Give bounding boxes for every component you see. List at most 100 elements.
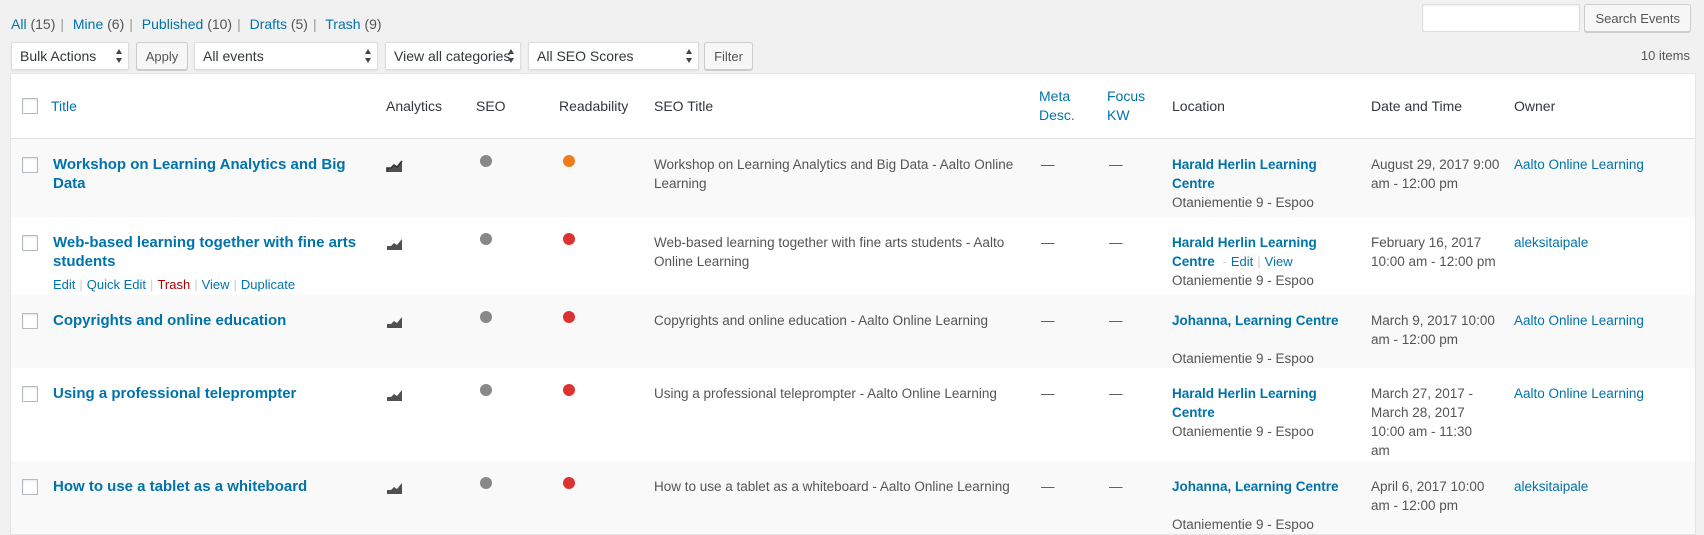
- seo-title-cell: Web-based learning together with fine ar…: [654, 235, 1005, 269]
- column-title[interactable]: Title: [51, 74, 77, 138]
- location-actions: - Edit | View: [1222, 254, 1293, 269]
- view-published-link[interactable]: Published: [142, 16, 204, 32]
- seo-score-indicator: [480, 477, 492, 489]
- owner-link[interactable]: Aalto Online Learning: [1514, 311, 1644, 330]
- location-name-link[interactable]: Johanna, Learning Centre: [1172, 311, 1362, 330]
- column-focus-kw[interactable]: Focus KW: [1107, 74, 1155, 138]
- event-title-link[interactable]: Web-based learning together with fine ar…: [53, 234, 356, 270]
- view-all-count: (15): [30, 16, 56, 32]
- location-view-link[interactable]: View: [1265, 254, 1293, 269]
- seo-title-cell: Copyrights and online education - Aalto …: [654, 313, 988, 328]
- location-cell: Harald Herlin Learning Centre Otaniement…: [1172, 384, 1322, 441]
- filter-button[interactable]: Filter: [704, 42, 753, 70]
- select-arrows-icon: [364, 49, 372, 63]
- column-seo-title: SEO Title: [654, 97, 714, 114]
- owner-link[interactable]: Aalto Online Learning: [1514, 384, 1644, 403]
- date-cell: August 29, 2017 9:00 am - 12:00 pm: [1371, 157, 1500, 191]
- column-meta-desc[interactable]: Meta Desc.: [1039, 74, 1087, 138]
- owner-link[interactable]: aleksitaipale: [1514, 477, 1588, 496]
- seo-title-cell: Using a professional teleprompter - Aalt…: [654, 386, 997, 401]
- focus-kw-cell: —: [1109, 157, 1123, 172]
- location-cell: Johanna, Learning Centre Otaniementie 9 …: [1172, 311, 1362, 368]
- apply-button[interactable]: Apply: [136, 42, 188, 70]
- owner-link[interactable]: aleksitaipale: [1514, 233, 1588, 252]
- date-cell: March 9, 2017 10:00 am - 12:00 pm: [1371, 313, 1495, 347]
- column-readability: Readability: [559, 97, 629, 114]
- location-name-link[interactable]: Harald Herlin Learning Centre: [1172, 155, 1362, 193]
- title-cell: Web-based learning together with fine ar…: [53, 233, 373, 294]
- quick-edit-link[interactable]: Quick Edit: [87, 277, 146, 292]
- row-checkbox[interactable]: [22, 313, 38, 329]
- focus-kw-cell: —: [1109, 479, 1123, 494]
- select-arrows-icon: [685, 49, 693, 63]
- readability-score-indicator: [563, 477, 575, 489]
- event-title-link[interactable]: Workshop on Learning Analytics and Big D…: [53, 156, 346, 192]
- view-trash-link[interactable]: Trash: [325, 16, 360, 32]
- row-checkbox[interactable]: [22, 479, 38, 495]
- row-checkbox[interactable]: [22, 235, 38, 251]
- date-cell: February 16, 2017 10:00 am - 12:00 pm: [1371, 235, 1496, 269]
- column-analytics: Analytics: [386, 97, 443, 114]
- events-select[interactable]: All events: [194, 42, 378, 70]
- focus-kw-cell: —: [1109, 386, 1123, 401]
- view-mine-count: (6): [107, 16, 125, 32]
- column-owner: Owner: [1514, 97, 1556, 114]
- search-events-button[interactable]: Search Events: [1584, 4, 1691, 32]
- select-arrows-icon: [507, 49, 515, 63]
- edit-link[interactable]: Edit: [53, 277, 75, 292]
- analytics-icon[interactable]: [386, 388, 404, 402]
- view-all-link[interactable]: All: [11, 16, 27, 32]
- view-published-count: (10): [207, 16, 233, 32]
- location-edit-link[interactable]: Edit: [1231, 254, 1253, 269]
- readability-score-indicator: [563, 155, 575, 167]
- view-mine-link[interactable]: Mine: [73, 16, 103, 32]
- items-count: 10 items: [1640, 48, 1690, 63]
- owner-link[interactable]: Aalto Online Learning: [1514, 155, 1644, 174]
- row-checkbox[interactable]: [22, 157, 38, 173]
- readability-score-indicator: [563, 311, 575, 323]
- title-cell: How to use a tablet as a whiteboard: [53, 477, 373, 496]
- focus-kw-cell: —: [1109, 313, 1123, 328]
- date-cell: April 6, 2017 10:00 am - 12:00 pm: [1371, 479, 1485, 513]
- location-name-link[interactable]: Johanna, Learning Centre: [1172, 477, 1362, 496]
- location-address: Otaniementie 9 - Espoo: [1172, 351, 1314, 366]
- seo-scores-select[interactable]: All SEO Scores: [528, 42, 699, 70]
- view-drafts-link[interactable]: Drafts: [250, 16, 287, 32]
- view-link[interactable]: View: [202, 277, 230, 292]
- separator: |: [237, 16, 241, 32]
- select-all-cell: [22, 74, 38, 138]
- title-cell: Workshop on Learning Analytics and Big D…: [53, 155, 353, 193]
- search-input[interactable]: [1422, 4, 1581, 32]
- location-cell: Harald Herlin Learning Centre - Edit | View…: [1172, 233, 1362, 290]
- table-row: How to use a tablet as a whiteboard How …: [11, 461, 1695, 534]
- date-cell: March 27, 2017 - March 28, 2017 10:00 am…: [1371, 386, 1474, 458]
- bulk-actions-select[interactable]: Bulk Actions: [11, 42, 129, 70]
- event-title-link[interactable]: How to use a tablet as a whiteboard: [53, 478, 307, 495]
- separator: |: [60, 16, 64, 32]
- event-title-link[interactable]: Using a professional teleprompter: [53, 385, 296, 402]
- analytics-icon[interactable]: [386, 481, 404, 495]
- select-all-checkbox[interactable]: [22, 98, 38, 114]
- meta-desc-cell: —: [1041, 479, 1055, 494]
- table-row: Web-based learning together with fine ar…: [11, 217, 1695, 295]
- event-title-link[interactable]: Copyrights and online education: [53, 312, 286, 329]
- seo-title-cell: Workshop on Learning Analytics and Big D…: [654, 157, 1014, 191]
- analytics-icon[interactable]: [386, 315, 404, 329]
- categories-select[interactable]: View all categories: [385, 42, 521, 70]
- location-name-link[interactable]: Harald Herlin Learning Centre: [1172, 384, 1322, 422]
- table-row: Using a professional teleprompter Using …: [11, 368, 1695, 461]
- row-checkbox[interactable]: [22, 386, 38, 402]
- analytics-icon[interactable]: [386, 159, 404, 173]
- view-trash-count: (9): [364, 16, 382, 32]
- title-cell: Copyrights and online education: [53, 311, 373, 330]
- view-filter-links: All (15) | Mine (6) | Published (10) | Draf…: [11, 16, 382, 32]
- events-table: Title Analytics SEO Readability SEO Titl…: [10, 73, 1696, 535]
- location-address: Otaniementie 9 - Espoo: [1172, 273, 1314, 288]
- readability-score-indicator: [563, 384, 575, 396]
- duplicate-link[interactable]: Duplicate: [241, 277, 295, 292]
- trash-link[interactable]: Trash: [157, 277, 190, 292]
- seo-score-indicator: [480, 233, 492, 245]
- meta-desc-cell: —: [1041, 313, 1055, 328]
- meta-desc-cell: —: [1041, 157, 1055, 172]
- analytics-icon[interactable]: [386, 237, 404, 251]
